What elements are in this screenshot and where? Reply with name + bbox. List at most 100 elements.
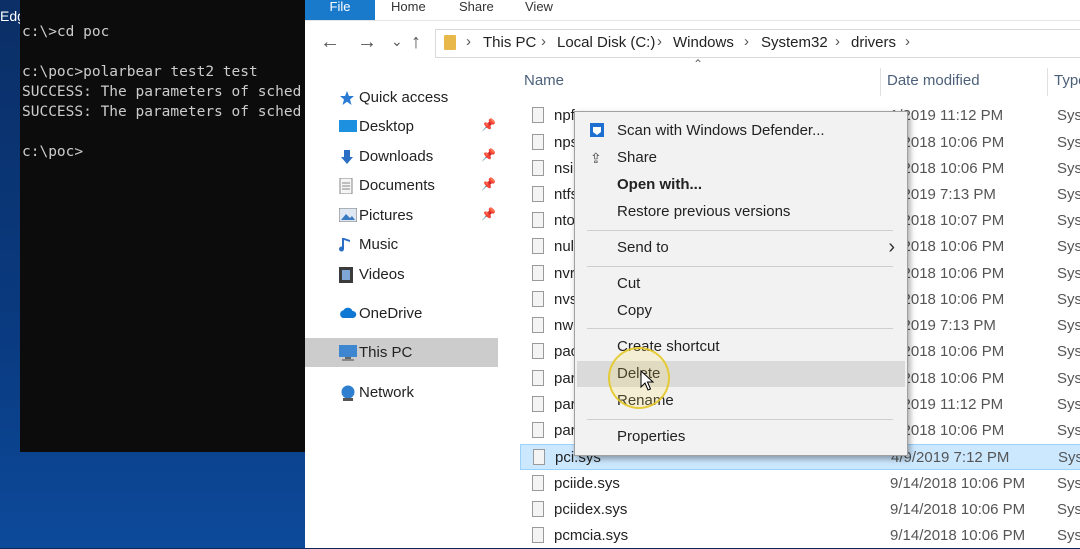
file-type: Syst [1057, 396, 1080, 413]
up-arrow-icon[interactable]: ↑ [411, 31, 421, 54]
system-file-icon [532, 186, 544, 202]
file-type: Syst [1057, 107, 1080, 124]
column-divider [880, 68, 881, 96]
menu-item-label: Open with... [617, 176, 702, 193]
sidebar-item-pictures[interactable]: Pictures 📌 [305, 201, 498, 230]
file-type: Syst [1057, 343, 1080, 360]
sidebar-item-this-pc[interactable]: This PC [305, 338, 498, 367]
command-prompt-window[interactable]: c:\>cd poc c:\poc>polarbear test2 test S… [20, 0, 305, 452]
breadcrumb-local-disk[interactable]: Local Disk (C:) [557, 34, 655, 51]
back-arrow-icon[interactable]: ← [320, 31, 340, 54]
ribbon-tabs: File Home Share View [305, 0, 1080, 21]
sidebar-item-label: Desktop [359, 118, 415, 135]
menu-item-properties[interactable]: Properties [577, 424, 905, 450]
menu-item-open-with[interactable]: Open with... [577, 172, 905, 198]
documents-icon [339, 177, 355, 195]
pin-icon: 📌 [481, 118, 496, 132]
pictures-icon [338, 207, 358, 224]
network-icon [339, 385, 355, 401]
sort-ascending-icon: ⌃ [693, 57, 704, 71]
pin-icon: 📌 [481, 207, 496, 221]
system-file-icon [532, 370, 544, 386]
system-file-icon [532, 501, 544, 517]
pin-icon: 📌 [481, 177, 496, 191]
file-date: 4/9/2019 7:12 PM [891, 449, 1010, 466]
file-name: pcmcia.sys [554, 527, 629, 544]
menu-item-scan-defender[interactable]: Scan with Windows Defender... [577, 118, 905, 144]
menu-item-copy[interactable]: Copy [577, 298, 905, 324]
tab-view[interactable]: View [525, 0, 553, 20]
breadcrumb-system32[interactable]: System32 [761, 34, 828, 51]
sidebar-item-onedrive[interactable]: OneDrive [305, 299, 498, 328]
sidebar-item-network[interactable]: Network [305, 378, 498, 407]
sidebar-item-label: Documents [359, 177, 435, 194]
menu-item-label: Send to [617, 239, 669, 256]
system-file-icon [533, 449, 545, 465]
sidebar-item-music[interactable]: Music [305, 230, 498, 259]
file-type: Syst [1057, 291, 1080, 308]
tab-share[interactable]: Share [459, 0, 494, 20]
file-row[interactable]: pciide.sys 9/14/2018 10:06 PM Syst [520, 471, 1080, 497]
videos-icon [339, 267, 355, 283]
column-header-date-modified[interactable]: Date modified [887, 72, 980, 89]
cloud-icon [339, 306, 357, 322]
file-date: 9/14/2018 10:06 PM [890, 475, 1026, 492]
column-header-type[interactable]: Type [1054, 72, 1080, 89]
sidebar-item-documents[interactable]: Documents 📌 [305, 171, 498, 200]
chevron-right-icon: › [657, 33, 662, 50]
sidebar-item-label: Music [359, 236, 399, 253]
chevron-right-icon: › [888, 236, 895, 258]
system-file-icon [532, 238, 544, 254]
mouse-pointer-icon [640, 370, 654, 391]
file-type: Syst [1057, 212, 1080, 229]
recent-locations-chevron-icon[interactable]: ⌄ [391, 33, 403, 50]
terminal-line: c:\poc> [22, 144, 84, 160]
menu-separator [587, 266, 893, 267]
chevron-right-icon: › [541, 33, 546, 50]
sidebar-item-quick-access[interactable]: Quick access [305, 83, 498, 112]
file-date: 9/14/2018 10:06 PM [890, 527, 1026, 544]
pin-icon: 📌 [481, 148, 496, 162]
system-file-icon [532, 265, 544, 281]
file-row[interactable]: pciidex.sys 9/14/2018 10:06 PM Syst [520, 497, 1080, 523]
sidebar-item-label: Videos [359, 266, 405, 283]
computer-icon [339, 345, 357, 361]
forward-arrow-icon[interactable]: → [357, 31, 377, 54]
address-toolbar: ← → ⌄ ↑ › This PC › Local Disk (C:) › Wi… [305, 22, 1080, 62]
tab-home[interactable]: Home [391, 0, 426, 20]
chevron-right-icon: › [905, 33, 910, 50]
file-type: Syst [1057, 501, 1080, 518]
system-file-icon [532, 527, 544, 543]
system-file-icon [532, 317, 544, 333]
column-divider [1047, 68, 1048, 96]
column-header-name[interactable]: Name [524, 72, 564, 89]
menu-item-share[interactable]: ⇪ Share [577, 145, 905, 171]
menu-item-send-to[interactable]: Send to › [577, 235, 905, 261]
file-type: Syst [1057, 527, 1080, 544]
breadcrumb-this-pc[interactable]: This PC [483, 34, 536, 51]
breadcrumb-windows[interactable]: Windows [673, 34, 734, 51]
file-row[interactable]: pcmcia.sys 9/14/2018 10:06 PM Syst [520, 523, 1080, 549]
menu-item-restore-previous-versions[interactable]: Restore previous versions [577, 199, 905, 225]
breadcrumb-drivers[interactable]: drivers [851, 34, 896, 51]
tab-file[interactable]: File [305, 0, 375, 20]
sidebar-item-label: Quick access [359, 89, 449, 106]
desktop-background: Edg c:\>cd poc c:\poc>polarbear test2 te… [0, 0, 305, 548]
system-file-icon [532, 160, 544, 176]
file-type: Syst [1057, 422, 1080, 439]
menu-item-cut[interactable]: Cut [577, 271, 905, 297]
breadcrumb[interactable]: › This PC › Local Disk (C:) › Windows › … [435, 29, 1080, 58]
music-icon [339, 237, 355, 253]
system-file-icon [532, 291, 544, 307]
sidebar-item-desktop[interactable]: Desktop 📌 [305, 112, 498, 141]
sidebar-item-label: Pictures [359, 207, 414, 224]
file-type: Syst [1057, 265, 1080, 282]
sidebar-item-downloads[interactable]: Downloads 📌 [305, 142, 498, 171]
file-type: Syst [1057, 186, 1080, 203]
sidebar-item-label: Downloads [359, 148, 434, 165]
terminal-line: SUCCESS: The parameters of sched [22, 104, 302, 120]
sidebar-item-label: Network [359, 384, 415, 401]
sidebar-item-videos[interactable]: Videos [305, 260, 498, 289]
menu-item-label: Scan with Windows Defender... [617, 122, 825, 139]
